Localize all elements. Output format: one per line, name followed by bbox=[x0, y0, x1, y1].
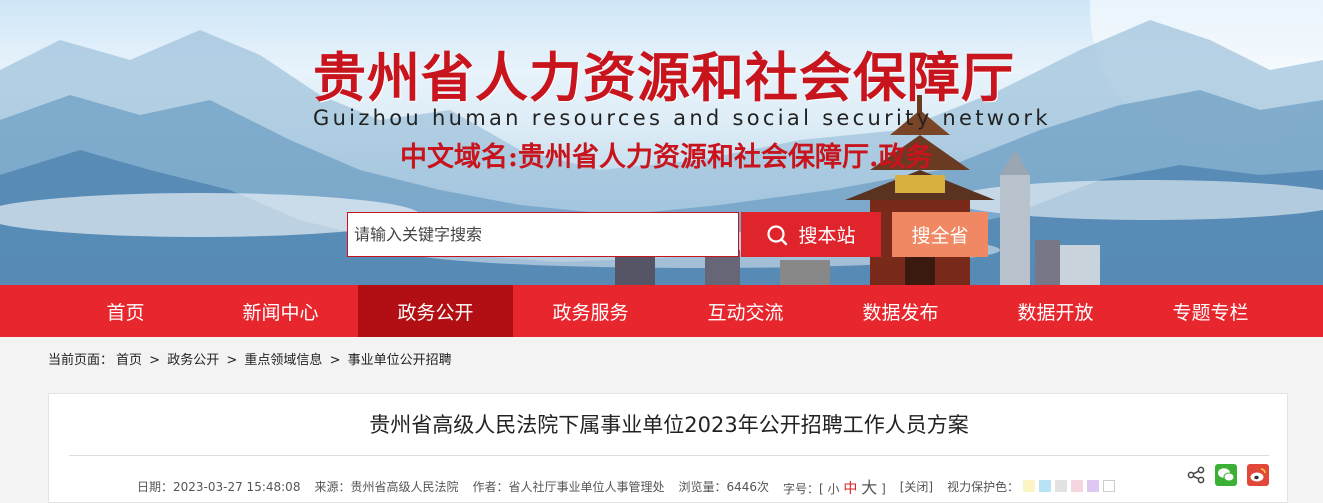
font-size-label: 字号：[ bbox=[783, 482, 824, 496]
breadcrumb-item[interactable]: 首页 bbox=[116, 353, 142, 368]
vision-color-pink[interactable] bbox=[1071, 480, 1084, 492]
breadcrumb-separator: > bbox=[226, 353, 238, 368]
article-meta: 日期：2023-03-27 15:48:08 来源：贵州省高级人民法院 作者：省… bbox=[137, 474, 1116, 498]
article-title: 贵州省高级人民法院下属事业单位2023年公开招聘工作人员方案 bbox=[369, 413, 969, 437]
breadcrumb-separator: > bbox=[149, 353, 161, 368]
breadcrumb-label: 当前页面： bbox=[48, 353, 114, 368]
vision-color-white[interactable] bbox=[1103, 480, 1116, 492]
vision-color-blue[interactable] bbox=[1039, 480, 1052, 492]
article-views: 浏览量：6446次 bbox=[678, 479, 770, 494]
nav-item-data-release[interactable]: 数据发布 bbox=[823, 285, 978, 337]
share-bar bbox=[1187, 464, 1269, 486]
nav-item-special-topics[interactable]: 专题专栏 bbox=[1133, 285, 1288, 337]
site-title-en: Guizhou human resources and social secur… bbox=[313, 106, 1051, 130]
nav-item-home[interactable]: 首页 bbox=[48, 285, 203, 337]
article-card: 贵州省高级人民法院下属事业单位2023年公开招聘工作人员方案 日期：2023-0… bbox=[48, 393, 1288, 503]
search-site-label: 搜本站 bbox=[798, 225, 856, 247]
main-nav: 首页 新闻中心 政务公开 政务服务 互动交流 数据发布 数据开放 专题专栏 bbox=[0, 285, 1323, 337]
article-author: 作者：省人社厅事业单位人事管理处 bbox=[472, 479, 665, 494]
vision-protect-label: 视力保护色： bbox=[947, 479, 1020, 494]
breadcrumb-separator: > bbox=[329, 353, 341, 368]
vision-color-gray[interactable] bbox=[1055, 480, 1068, 492]
breadcrumb: 当前页面： 首页 > 政务公开 > 重点领域信息 > 事业单位公开招聘 bbox=[48, 349, 455, 368]
article-date: 日期：2023-03-27 15:48:08 bbox=[137, 479, 301, 494]
nav-item-government-affairs[interactable]: 政务公开 bbox=[358, 285, 513, 337]
vision-color-yellow[interactable] bbox=[1023, 480, 1036, 492]
search-icon bbox=[767, 224, 788, 245]
search-input[interactable] bbox=[347, 212, 739, 257]
font-size-control: 字号：[ 小 中 大 ] bbox=[783, 474, 886, 498]
nav-item-interaction[interactable]: 互动交流 bbox=[668, 285, 823, 337]
breadcrumb-item[interactable]: 政务公开 bbox=[167, 353, 219, 368]
font-size-medium[interactable]: 中 bbox=[843, 481, 857, 497]
article-source: 来源：贵州省高级人民法院 bbox=[314, 479, 459, 494]
breadcrumb-item[interactable]: 事业单位公开招聘 bbox=[348, 353, 452, 368]
header-banner: 贵州省人力资源和社会保障厅 Guizhou human resources an… bbox=[0, 0, 1323, 285]
chinese-domain-name: 中文域名:贵州省人力资源和社会保障厅.政务 bbox=[400, 142, 933, 173]
nav-item-news[interactable]: 新闻中心 bbox=[203, 285, 358, 337]
site-title: 贵州省人力资源和社会保障厅 bbox=[313, 48, 1015, 109]
search-province-label: 搜全省 bbox=[911, 225, 969, 247]
title-divider bbox=[69, 455, 1269, 456]
nav-item-open-data[interactable]: 数据开放 bbox=[978, 285, 1133, 337]
search-province-button[interactable]: 搜全省 bbox=[892, 212, 988, 257]
font-size-close-bracket: ] bbox=[881, 482, 886, 496]
share-icon[interactable] bbox=[1187, 466, 1205, 484]
weibo-icon[interactable] bbox=[1247, 464, 1269, 486]
breadcrumb-item[interactable]: 重点领域信息 bbox=[244, 353, 322, 368]
vision-color-purple[interactable] bbox=[1087, 480, 1100, 492]
font-size-small[interactable]: 小 bbox=[828, 482, 840, 496]
font-size-large[interactable]: 大 bbox=[861, 478, 877, 497]
wechat-icon[interactable] bbox=[1215, 464, 1237, 486]
search-site-button[interactable]: 搜本站 bbox=[741, 212, 881, 257]
close-link[interactable]: [关闭] bbox=[900, 478, 933, 495]
nav-item-government-services[interactable]: 政务服务 bbox=[513, 285, 668, 337]
